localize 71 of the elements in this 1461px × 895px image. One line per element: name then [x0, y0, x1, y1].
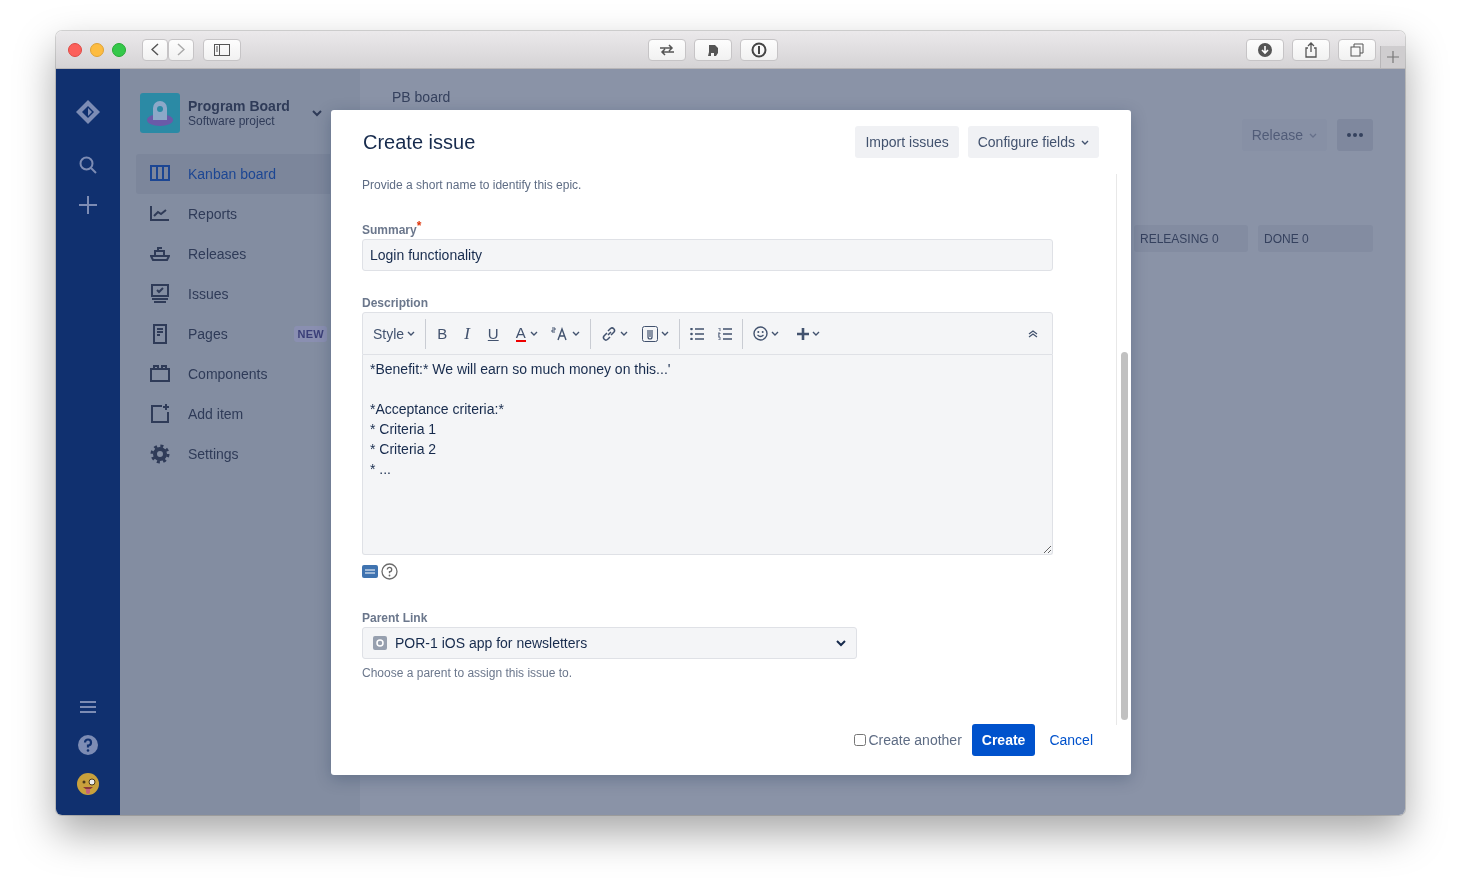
document-icon [150, 324, 170, 344]
description-field[interactable]: *Benefit:* We will earn so much money on this...' *Acceptance criteria:* * Criteria 1 * Criteria 2 * ... [362, 355, 1053, 555]
import-issues-button[interactable]: Import issues [855, 126, 959, 158]
chevron-down-icon [1081, 139, 1089, 145]
create-another-label: Create another [868, 732, 962, 748]
text-color-button[interactable]: A [507, 318, 530, 349]
chevron-down-icon [811, 331, 820, 336]
cancel-button[interactable]: Cancel [1045, 724, 1097, 756]
more-button[interactable] [1337, 119, 1373, 151]
chevron-down-icon [619, 331, 628, 336]
scrollbar-thumb[interactable] [1121, 352, 1128, 720]
chevron-down-icon [571, 331, 580, 336]
help-icon[interactable] [381, 563, 398, 580]
sidebar-icon[interactable] [203, 38, 241, 61]
board-title: PB board [392, 89, 452, 105]
style-dropdown[interactable]: Style [373, 318, 423, 349]
tabs-icon[interactable] [1338, 38, 1376, 61]
settings-icon [150, 444, 170, 464]
parent-link-select[interactable]: POR-1 iOS app for newsletters [362, 627, 857, 659]
wiki-markup-icon[interactable] [362, 565, 378, 578]
search-icon[interactable] [79, 156, 97, 174]
summary-field[interactable]: Login functionality [362, 239, 1053, 271]
dialog-title: Create issue [363, 130, 477, 154]
text-size-icon [550, 326, 569, 341]
bold-button[interactable]: B [429, 318, 456, 349]
close-button[interactable] [68, 42, 82, 57]
add-page-icon [150, 404, 170, 424]
zoom-button[interactable] [112, 42, 126, 57]
ellipsis-icon [1347, 133, 1363, 137]
chevron-down-icon[interactable] [312, 109, 322, 117]
parent-link-help: Choose a parent to assign this issue to. [362, 666, 574, 680]
menu-icon[interactable] [80, 701, 96, 713]
ship-icon [150, 244, 170, 264]
create-button[interactable]: Create [971, 724, 1036, 756]
column-header: RELEASING 0 [1134, 225, 1248, 252]
logo-icon[interactable] [75, 99, 101, 125]
chevron-down-icon [660, 331, 669, 336]
configure-fields-button[interactable]: Configure fields [967, 126, 1099, 158]
link-icon [600, 325, 617, 342]
column-header: DONE 0 [1258, 225, 1373, 252]
avatar-icon[interactable] [77, 773, 99, 795]
attachment-icon [641, 325, 658, 342]
chart-icon [150, 204, 170, 224]
calendar-icon [150, 364, 170, 384]
plus-icon [796, 327, 809, 340]
new-badge: NEW [294, 326, 327, 342]
download-icon[interactable] [1246, 38, 1284, 61]
chevron-down-icon [1309, 132, 1317, 138]
parent-link-label: Parent Link [362, 611, 429, 625]
epic-icon [373, 636, 387, 650]
monitor-icon [150, 284, 170, 304]
chevron-down-icon [529, 331, 538, 336]
description-label: Description [362, 296, 429, 310]
share-icon[interactable] [1292, 38, 1330, 61]
help-icon[interactable] [78, 735, 98, 755]
project-avatar-icon[interactable] [140, 93, 180, 133]
chevron-down-icon [407, 331, 416, 336]
collapse-icon[interactable] [1028, 329, 1038, 338]
swap-arrows-icon[interactable] [648, 38, 686, 61]
project-type: Software project [188, 114, 276, 128]
create-another-checkbox[interactable] [854, 734, 867, 746]
emoji-icon [752, 326, 768, 341]
intro-text: Provide a short name to identify this epic. [362, 178, 583, 192]
chevron-down-icon [836, 639, 846, 647]
board-columns-icon [150, 164, 170, 184]
underline-button[interactable]: U [478, 318, 508, 349]
chevron-down-icon [770, 331, 779, 336]
create-icon[interactable] [79, 196, 97, 214]
back-icon[interactable] [142, 38, 168, 61]
italic-button[interactable]: I [455, 318, 479, 349]
plus-icon [1387, 51, 1399, 63]
